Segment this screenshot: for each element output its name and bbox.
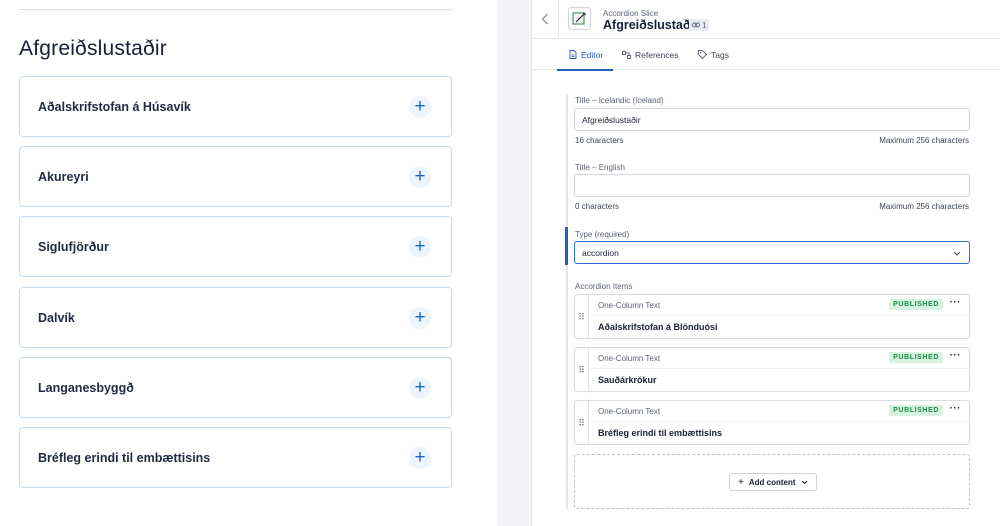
accordion-item[interactable]: Siglufjörður + (19, 216, 452, 277)
reference-card[interactable]: ⠿ One-Column Text PUBLISHED ··· Sauðárkr… (574, 347, 970, 393)
tag-icon (698, 50, 707, 59)
accordion-item-label: Aðalskrifstofan á Húsavík (38, 99, 191, 114)
title-icelandic-input[interactable]: Afgreiðslustaðir (574, 108, 970, 131)
drag-handle-icon[interactable]: ⠿ (575, 401, 589, 446)
divider (558, 0, 559, 39)
card-title[interactable]: Sauðárkrókur (598, 375, 657, 385)
character-count: 0 characters (575, 202, 620, 211)
add-content-button[interactable]: + Add content (729, 473, 817, 491)
card-content-type: One-Column Text (598, 354, 661, 363)
chevron-left-icon[interactable] (538, 9, 552, 29)
expand-plus-icon[interactable]: + (409, 165, 431, 188)
field-label: Type (required) (575, 230, 630, 239)
card-title[interactable]: Aðalskrifstofan á Blönduósi (598, 322, 718, 332)
more-actions-icon[interactable]: ··· (950, 297, 962, 308)
references-icon (622, 50, 631, 59)
more-actions-icon[interactable]: ··· (950, 350, 962, 361)
accordion-item-label: Akureyri (38, 169, 89, 184)
tab-label: Editor (581, 49, 604, 60)
divider (19, 9, 452, 10)
divider (589, 368, 969, 369)
editor-tabs: Editor References Tags (532, 39, 1000, 71)
tab-label: References (635, 49, 679, 60)
chevron-down-icon (801, 478, 808, 487)
field-group-rail (566, 94, 568, 509)
divider (589, 315, 969, 316)
accordion-item-label: Siglufjörður (38, 239, 109, 254)
slice-type-label: Accordion Slice (603, 9, 659, 18)
character-max: Maximum 256 characters (879, 136, 969, 145)
type-select-value: accordion (582, 247, 619, 258)
add-content-label: Add content (748, 477, 796, 487)
field-label: Title – Icelandic (Iceland) (575, 96, 664, 105)
title-english-input[interactable] (574, 174, 970, 197)
slice-type-icon (568, 7, 591, 30)
card-content-type: One-Column Text (598, 407, 661, 416)
expand-plus-icon[interactable]: + (409, 235, 431, 258)
expand-plus-icon[interactable]: + (409, 376, 431, 399)
page-title: Afgreiðslustaðir (19, 37, 167, 60)
editor-header: Accordion Slice Afgreiðslustaðir 1 (532, 0, 1000, 39)
editor-panel: Accordion Slice Afgreiðslustaðir 1 Edito… (531, 0, 1000, 526)
accordion-item[interactable]: Langanesbyggð + (19, 357, 452, 418)
character-max: Maximum 256 characters (879, 202, 969, 211)
status-badge: PUBLISHED (889, 352, 943, 363)
accordion-item[interactable]: Bréfleg erindi til embættisins + (19, 427, 452, 488)
add-content-dropzone: + Add content (574, 454, 970, 509)
reference-card[interactable]: ⠿ One-Column Text PUBLISHED ··· Aðalskri… (574, 294, 970, 340)
plus-icon: + (738, 476, 744, 488)
accordion-item[interactable]: Aðalskrifstofan á Húsavík + (19, 76, 452, 137)
expand-plus-icon[interactable]: + (409, 306, 431, 329)
link-icon (692, 22, 700, 28)
field-label: Accordion Items (575, 282, 633, 291)
tab-tags[interactable]: Tags (698, 39, 729, 70)
reference-card[interactable]: ⠿ One-Column Text PUBLISHED ··· Bréfleg … (574, 400, 970, 446)
accordion-item-label: Bréfleg erindi til embættisins (38, 450, 211, 465)
active-field-indicator (565, 227, 568, 265)
card-title[interactable]: Bréfleg erindi til embættisins (598, 428, 722, 438)
entry-title: Afgreiðslustaðir (603, 18, 699, 32)
active-tab-underline (557, 69, 614, 71)
field-label: Title – English (575, 163, 625, 172)
document-icon (569, 50, 577, 59)
type-select[interactable]: accordion (574, 241, 970, 264)
accordion-items-list: ⠿ One-Column Text PUBLISHED ··· Aðalskri… (574, 294, 970, 510)
divider (589, 421, 969, 422)
link-count: 1 (702, 20, 707, 30)
expand-plus-icon[interactable]: + (409, 446, 431, 469)
card-content-type: One-Column Text (598, 301, 661, 310)
accordion-item-label: Dalvík (38, 310, 75, 325)
more-actions-icon[interactable]: ··· (950, 403, 962, 414)
tab-editor[interactable]: Editor (557, 39, 614, 71)
tab-references[interactable]: References (622, 39, 678, 70)
accordion-item[interactable]: Akureyri + (19, 146, 452, 207)
tab-label: Tags (711, 49, 729, 60)
drag-handle-icon[interactable]: ⠿ (575, 348, 589, 393)
drag-handle-icon[interactable]: ⠿ (575, 295, 589, 340)
status-badge: PUBLISHED (889, 299, 943, 310)
accordion-item[interactable]: Dalvík + (19, 287, 452, 348)
chevron-down-icon (953, 248, 961, 258)
link-count-badge[interactable]: 1 (689, 19, 710, 31)
expand-plus-icon[interactable]: + (409, 95, 431, 118)
character-count: 16 characters (575, 136, 624, 145)
status-badge: PUBLISHED (889, 405, 943, 416)
panel-gap (497, 0, 531, 526)
preview-panel: Afgreiðslustaðir Aðalskrifstofan á Húsav… (0, 0, 497, 526)
accordion-item-label: Langanesbyggð (38, 380, 134, 395)
